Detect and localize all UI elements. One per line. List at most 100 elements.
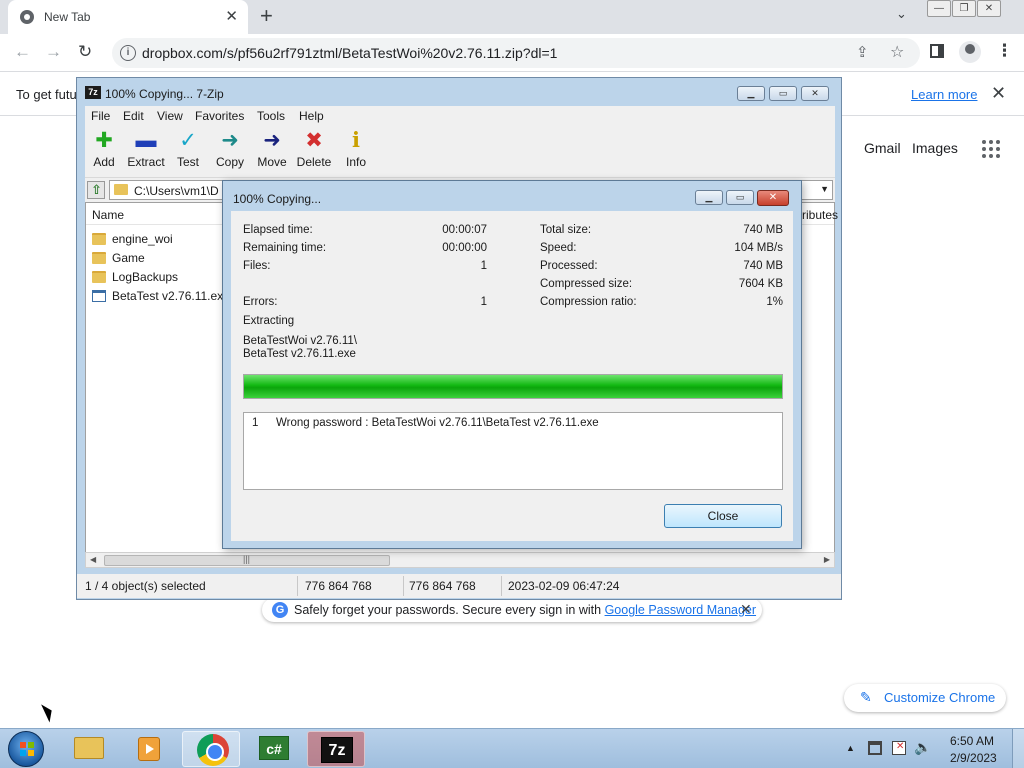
status-divider [297, 576, 298, 596]
exe-file-icon [92, 290, 106, 302]
menu-file[interactable]: File [91, 109, 110, 123]
processed-value: 740 MB [743, 260, 783, 272]
column-header-name[interactable]: Name [92, 208, 124, 222]
column-header-attributes[interactable]: ributes [802, 208, 838, 222]
remaining-time-value: 00:00:00 [442, 242, 487, 254]
message-log[interactable]: 1 Wrong password : BetaTestWoi v2.76.11\… [243, 412, 783, 490]
dialog-body: Elapsed time: 00:00:07 Remaining time: 0… [231, 211, 793, 541]
horizontal-scrollbar[interactable]: ◀ ||| ▶ [85, 552, 835, 568]
copy-arrow-icon: ➜ [221, 129, 239, 152]
show-desktop-button[interactable] [1012, 729, 1024, 768]
password-manager-link[interactable]: Google Password Manager [605, 603, 756, 617]
volume-icon[interactable]: 🔈 [914, 739, 931, 755]
tab-search-chevron-icon[interactable]: ⌄ [896, 6, 907, 22]
test-icon: ✓ [179, 129, 197, 152]
add-button[interactable]: ✚ Add [84, 130, 124, 170]
reload-icon[interactable]: ↻ [78, 42, 92, 62]
dialog-maximize-button[interactable]: ▭ [726, 190, 754, 205]
fm-minimize-button[interactable]: ▁ [737, 86, 765, 101]
dropdown-arrow-icon[interactable]: ▼ [820, 184, 829, 194]
close-button[interactable]: Close [664, 504, 782, 528]
taskbar-explorer-button[interactable] [60, 731, 118, 767]
menu-help[interactable]: Help [299, 109, 324, 123]
grip-icon: ||| [243, 554, 251, 564]
banner-close-icon[interactable]: ✕ [740, 601, 752, 618]
share-icon[interactable]: ⇪ [856, 43, 869, 61]
taskbar-7zip-button[interactable]: 7z [307, 731, 365, 767]
remaining-time-label: Remaining time: [243, 242, 327, 254]
fm-titlebar[interactable]: 7z 100% Copying... 7-Zip ▁ ▭ ✕ [77, 78, 841, 106]
address-bar[interactable]: i dropbox.com/s/pf56u2rf791ztml/BetaTest… [112, 38, 920, 68]
extract-label: Extract [127, 155, 165, 169]
status-divider [501, 576, 502, 596]
scroll-right-arrow-icon[interactable]: ▶ [824, 555, 830, 564]
clock-time[interactable]: 6:50 AM [950, 734, 994, 748]
clock-date[interactable]: 2/9/2023 [950, 751, 997, 765]
back-arrow-icon[interactable]: ← [14, 42, 31, 62]
menu-view[interactable]: View [157, 109, 183, 123]
learn-more-link[interactable]: Learn more [911, 87, 977, 102]
progress-bar-fill [244, 375, 782, 398]
customize-chrome-button[interactable]: ✎ Customize Chrome [844, 684, 1006, 712]
move-button[interactable]: ➜ Move [252, 130, 292, 170]
info-icon: ℹ [352, 129, 360, 152]
elapsed-time-label: Elapsed time: [243, 224, 313, 236]
gmail-link[interactable]: Gmail [864, 140, 901, 156]
dialog-minimize-button[interactable]: ▁ [695, 190, 723, 205]
compressed-size-value: 7604 KB [738, 278, 783, 290]
taskbar-csharp-button[interactable]: c# [245, 731, 303, 767]
chrome-minimize-button[interactable]: — [927, 0, 951, 17]
status-modified: 2023-02-09 06:47:24 [508, 579, 620, 593]
dialog-close-x-button[interactable]: ✕ [757, 190, 789, 206]
info-button[interactable]: ℹ Info [336, 129, 376, 170]
star-icon[interactable]: ☆ [890, 42, 904, 62]
infobar-close-icon[interactable]: ✕ [991, 83, 1006, 104]
file-name: engine_woi [112, 232, 173, 246]
side-panel-icon[interactable] [930, 44, 944, 58]
fm-statusbar: 1 / 4 object(s) selected 776 864 768 776… [77, 574, 841, 598]
profile-icon[interactable] [959, 41, 981, 63]
site-info-icon[interactable]: i [120, 45, 136, 61]
images-link[interactable]: Images [912, 140, 958, 156]
taskbar-media-player-button[interactable] [120, 731, 178, 767]
action-center-flag-icon[interactable] [892, 741, 906, 755]
windows-taskbar: c# 7z ▲ 🔈 6:50 AM 2/9/2023 [0, 728, 1024, 768]
infobar-text: To get futu [16, 87, 77, 102]
apps-grid-icon[interactable] [982, 140, 1000, 158]
compressed-size-label: Compressed size: [540, 278, 633, 290]
up-folder-button[interactable]: ⇧ [87, 181, 105, 199]
sevenzip-app-icon: 7z [85, 86, 101, 99]
chrome-close-button[interactable]: ✕ [977, 0, 1001, 17]
new-tab-button[interactable]: + [260, 3, 273, 29]
fm-close-button[interactable]: ✕ [801, 86, 829, 101]
tab-close-icon[interactable]: ✕ [225, 7, 238, 25]
sevenzip-icon: 7z [321, 737, 353, 763]
taskbar-chrome-button[interactable] [182, 731, 240, 767]
tab-new-tab[interactable]: New Tab ✕ [8, 0, 248, 34]
chrome-restore-button[interactable]: ❐ [952, 0, 976, 17]
scroll-left-arrow-icon[interactable]: ◀ [90, 555, 96, 564]
test-button[interactable]: ✓ Test [168, 129, 208, 170]
chrome-favicon-icon [20, 10, 34, 24]
extract-button[interactable]: ▬ Extract [126, 130, 166, 170]
test-label: Test [176, 155, 199, 169]
dialog-caption-buttons: ▁ ▭ ✕ [695, 190, 789, 206]
menu-tools[interactable]: Tools [257, 109, 285, 123]
start-button[interactable] [8, 731, 44, 767]
menu-favorites[interactable]: Favorites [195, 109, 244, 123]
forward-arrow-icon[interactable]: → [45, 42, 62, 62]
fm-maximize-button[interactable]: ▭ [769, 86, 797, 101]
scroll-thumb[interactable]: ||| [104, 554, 390, 566]
compression-ratio-value: 1% [766, 296, 783, 308]
menu-edit[interactable]: Edit [123, 109, 144, 123]
copy-button[interactable]: ➜ Copy [210, 129, 250, 170]
folder-icon [114, 184, 128, 195]
delete-button[interactable]: ✖ Delete [294, 130, 334, 170]
tray-expand-arrow-icon[interactable]: ▲ [846, 743, 855, 753]
log-entry-message: Wrong password : BetaTestWoi v2.76.11\Be… [276, 417, 599, 429]
delete-label: Delete [296, 155, 332, 169]
network-icon[interactable] [868, 741, 882, 755]
chrome-tabstrip: New Tab ✕ + ⌄ — ❐ ✕ [0, 0, 1024, 34]
menu-dots-icon[interactable]: ⋮ [996, 41, 1013, 61]
compression-ratio-label: Compression ratio: [540, 296, 637, 308]
